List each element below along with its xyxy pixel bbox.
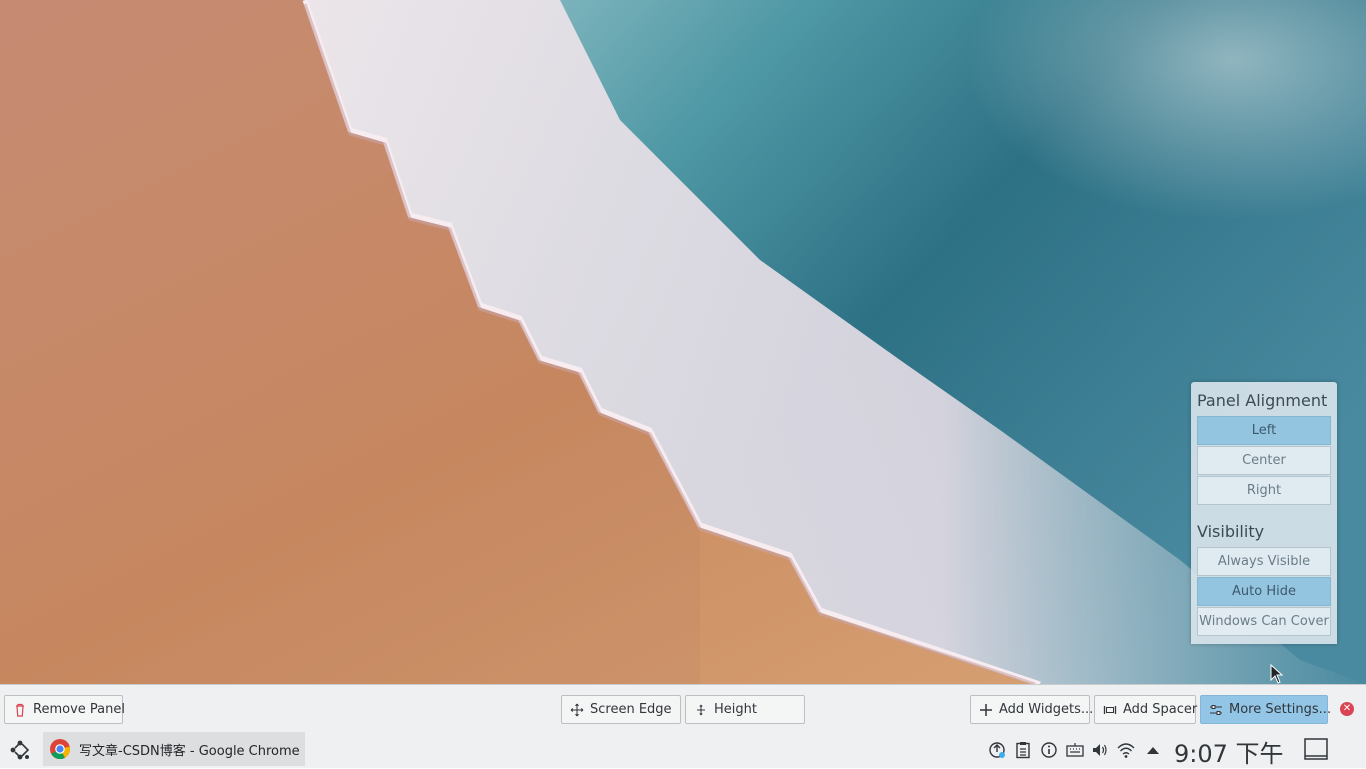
visibility-options: Always Visible Auto Hide Windows Can Cov… — [1197, 547, 1331, 636]
task-chrome[interactable]: 写文章-CSDN博客 - Google Chrome — [43, 732, 305, 766]
visibility-auto-hide-option[interactable]: Auto Hide — [1197, 577, 1331, 606]
add-spacer-button[interactable]: Add Spacer — [1094, 695, 1198, 724]
add-spacer-label: Add Spacer — [1123, 702, 1198, 717]
plus-icon — [980, 703, 992, 716]
clipboard-icon[interactable] — [1012, 738, 1034, 762]
height-button[interactable]: Height — [685, 695, 805, 724]
keyboard-icon[interactable] — [1064, 738, 1086, 762]
more-settings-button[interactable]: More Settings... — [1200, 695, 1332, 724]
tray-expand-arrow-icon[interactable] — [1142, 738, 1164, 762]
application-launcher-icon[interactable] — [6, 736, 34, 764]
volume-icon[interactable] — [1089, 738, 1111, 762]
task-title: 写文章-CSDN博客 - Google Chrome — [79, 743, 300, 759]
trash-icon — [16, 703, 24, 717]
wifi-icon[interactable] — [1115, 738, 1137, 762]
screen-edge-label: Screen Edge — [590, 702, 672, 717]
show-desktop-icon[interactable] — [1304, 737, 1328, 761]
digital-clock[interactable]: 9:07 下午 — [1174, 734, 1284, 769]
visibility-windows-can-cover-option[interactable]: Windows Can Cover — [1197, 607, 1331, 636]
alignment-left-option[interactable]: Left — [1197, 416, 1331, 445]
chrome-icon — [50, 739, 71, 760]
height-label: Height — [714, 702, 757, 717]
close-controller-icon[interactable]: ✕ — [1340, 702, 1354, 716]
visibility-heading: Visibility — [1197, 522, 1265, 541]
alignment-center-option[interactable]: Center — [1197, 446, 1331, 475]
add-widgets-button[interactable]: Add Widgets... — [970, 695, 1094, 724]
panel-settings-popup: Panel Alignment Left Center Right Visibi… — [1191, 382, 1337, 644]
resize-icon — [697, 704, 705, 715]
settings-sliders-icon — [1210, 704, 1222, 715]
visibility-always-visible-option[interactable]: Always Visible — [1197, 547, 1331, 576]
info-icon[interactable] — [1038, 738, 1060, 762]
remove-panel-button[interactable]: Remove Panel — [4, 695, 125, 724]
move-arrows-icon — [570, 703, 584, 716]
alignment-options: Left Center Right — [1197, 416, 1331, 505]
remove-panel-label: Remove Panel — [33, 702, 125, 717]
mouse-cursor-icon — [1270, 664, 1284, 684]
panel-controller: Remove Panel Screen Edge Height Add Widg… — [0, 684, 1366, 732]
spacer-icon — [1103, 705, 1117, 714]
update-notifier-icon[interactable] — [986, 738, 1008, 762]
add-widgets-label: Add Widgets... — [999, 702, 1094, 717]
taskbar: 写文章-CSDN博客 - Google Chrome 9:07 下午 — [0, 732, 1366, 768]
desktop-wallpaper — [0, 0, 1366, 684]
alignment-right-option[interactable]: Right — [1197, 476, 1331, 505]
panel-alignment-heading: Panel Alignment — [1197, 391, 1328, 410]
screen-edge-button[interactable]: Screen Edge — [561, 695, 681, 724]
more-settings-label: More Settings... — [1229, 702, 1332, 717]
